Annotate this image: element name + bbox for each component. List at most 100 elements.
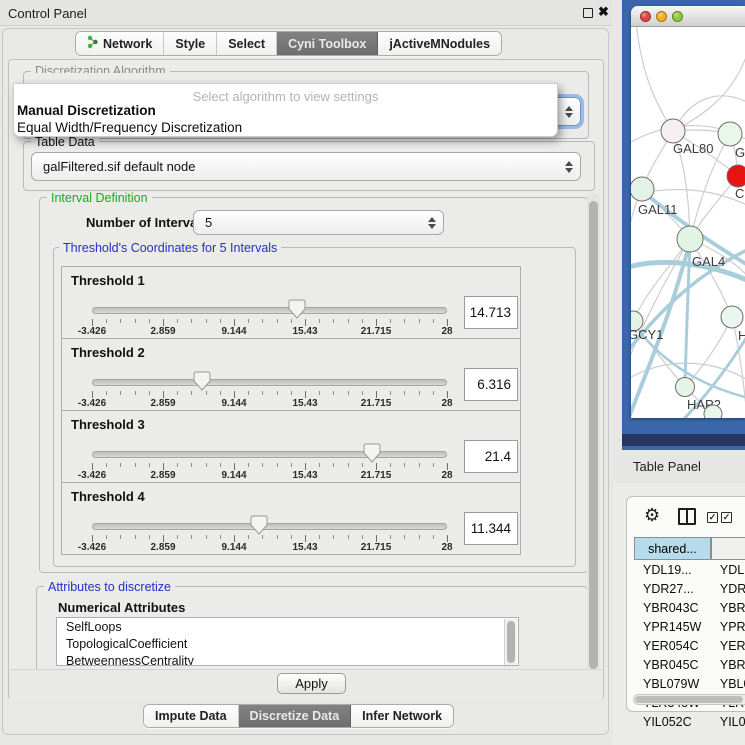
minor-tick — [106, 319, 107, 323]
panel-scrollbar[interactable] — [587, 193, 600, 693]
checkbox-checked-icon[interactable]: ✓ — [721, 512, 732, 523]
minor-tick — [206, 535, 207, 539]
thresholds-list: Threshold 1-3.4262.8599.14415.4321.71528… — [53, 247, 576, 567]
tab-infer-network[interactable]: Infer Network — [351, 705, 453, 727]
network-node-gal4[interactable] — [677, 226, 703, 252]
numerical-attributes-list[interactable]: SelfLoopsTopologicalCoefficientBetweenne… — [56, 617, 519, 666]
network-node-ga[interactable] — [718, 122, 742, 146]
tab-network[interactable]: Network — [76, 32, 164, 55]
network-node-hap2[interactable] — [676, 378, 695, 397]
number-of-intervals-combobox[interactable]: 5 — [193, 210, 444, 235]
slider-thumb[interactable] — [288, 299, 306, 319]
table-row[interactable]: YBR045CYBR0 — [634, 655, 745, 674]
slider-thumb[interactable] — [193, 371, 211, 391]
minor-tick — [135, 463, 136, 467]
minor-tick — [149, 391, 150, 395]
major-tick — [92, 463, 93, 470]
numerical-attributes-label: Numerical Attributes — [58, 600, 185, 615]
close-icon[interactable]: ✖ — [598, 4, 609, 20]
tab-jactivemnodules[interactable]: jActiveMNodules — [378, 32, 501, 55]
network-node-h[interactable] — [721, 306, 743, 328]
horizontal-scrollbar[interactable] — [633, 694, 745, 705]
table-cell: YPR1 — [711, 617, 745, 636]
tick-label: 28 — [441, 542, 452, 553]
tab-impute-data[interactable]: Impute Data — [144, 705, 239, 727]
gear-icon[interactable]: ⚙ — [644, 505, 660, 526]
minimize-traffic-light-icon[interactable] — [656, 11, 667, 22]
minor-tick — [404, 463, 405, 467]
network-edge[interactable] — [673, 57, 745, 131]
network-canvas[interactable]: GAL80GACGAL11GAL4GCY1HHAP2 — [631, 27, 745, 418]
minor-tick — [362, 391, 363, 395]
attribute-list-item[interactable]: TopologicalCoefficient — [57, 635, 518, 652]
minor-tick — [348, 391, 349, 395]
column-header[interactable]: shared... — [634, 537, 711, 560]
network-view-window[interactable]: GAL80GACGAL11GAL4GCY1HHAP2 — [631, 6, 745, 418]
tab-style[interactable]: Style — [164, 32, 217, 55]
table-row[interactable]: YPR145WYPR1 — [634, 617, 745, 636]
table-panel-title: Table Panel — [633, 459, 701, 474]
network-node-gal11[interactable] — [631, 177, 654, 201]
split-columns-icon[interactable] — [678, 508, 696, 525]
tab-select[interactable]: Select — [217, 32, 277, 55]
attribute-list-item[interactable]: SelfLoops — [57, 618, 518, 635]
network-edge[interactable] — [633, 239, 690, 321]
tab-discretize-data[interactable]: Discretize Data — [239, 705, 352, 727]
slider-track[interactable] — [92, 451, 447, 458]
checkbox-checked-icon[interactable]: ✓ — [707, 512, 718, 523]
threshold-value-field[interactable]: 21.4 — [464, 440, 518, 473]
table-cell: YPR145W — [634, 617, 711, 636]
minor-tick — [120, 319, 121, 323]
minor-tick — [220, 391, 221, 395]
minor-tick — [319, 535, 320, 539]
cyni-toolbox-panel: Discretization Algorithm Table Data galF… — [8, 59, 604, 700]
slider-thumb[interactable] — [363, 443, 381, 463]
slider-track[interactable] — [92, 523, 447, 530]
network-node[interactable] — [704, 405, 722, 418]
tick-label: 9.144 — [221, 398, 246, 409]
table-row[interactable]: YDR27...YDR2 — [634, 579, 745, 598]
minor-tick — [120, 463, 121, 467]
network-edge[interactable] — [636, 27, 673, 131]
major-tick — [234, 463, 235, 470]
attribute-list-item[interactable]: BetweennessCentrality — [57, 652, 518, 666]
dropdown-option-equal-width[interactable]: Equal Width/Frequency Discretization — [17, 120, 242, 135]
table-data-combobox[interactable]: galFiltered.sif default node — [31, 152, 581, 181]
slider-thumb[interactable] — [250, 515, 268, 535]
network-node-c[interactable] — [727, 165, 745, 187]
minor-tick — [419, 391, 420, 395]
table-panel-header: Table Panel — [613, 450, 745, 483]
minor-tick — [262, 319, 263, 323]
apply-button[interactable]: Apply — [277, 673, 346, 694]
tab-cyni-toolbox[interactable]: Cyni Toolbox — [277, 32, 378, 55]
major-tick — [376, 391, 377, 398]
slider-track[interactable] — [92, 307, 447, 314]
table-row[interactable]: YIL052CYIL0 — [634, 712, 745, 731]
threshold-value-field[interactable]: 6.316 — [464, 368, 518, 401]
network-edge[interactable] — [631, 239, 690, 367]
network-node-gal80[interactable] — [661, 119, 685, 143]
tick-label: 21.715 — [361, 326, 392, 337]
tick-label: 28 — [441, 398, 452, 409]
minor-tick — [220, 319, 221, 323]
table-row[interactable]: YBR043CYBR0 — [634, 598, 745, 617]
minor-tick — [404, 535, 405, 539]
minor-tick — [404, 391, 405, 395]
tab-label: Infer Network — [362, 709, 442, 723]
table-row[interactable]: YER054CYER0 — [634, 636, 745, 655]
float-window-icon[interactable] — [583, 8, 593, 18]
minor-tick — [362, 463, 363, 467]
dropdown-option-manual[interactable]: Manual Discretization — [17, 103, 156, 118]
threshold-value-field[interactable]: 14.713 — [464, 296, 518, 329]
minor-tick — [433, 535, 434, 539]
zoom-traffic-light-icon[interactable] — [672, 11, 683, 22]
table-row[interactable]: YDL19...YDL1 — [634, 560, 745, 579]
tick-label: 15.43 — [292, 542, 317, 553]
close-traffic-light-icon[interactable] — [640, 11, 651, 22]
threshold-value-field[interactable]: 11.344 — [464, 512, 518, 545]
table-row[interactable]: YBL079WYBL0 — [634, 674, 745, 693]
column-header[interactable]: na — [711, 537, 745, 560]
list-scrollbar[interactable] — [504, 619, 517, 665]
network-window-titlebar[interactable] — [631, 6, 745, 27]
slider-track[interactable] — [92, 379, 447, 386]
